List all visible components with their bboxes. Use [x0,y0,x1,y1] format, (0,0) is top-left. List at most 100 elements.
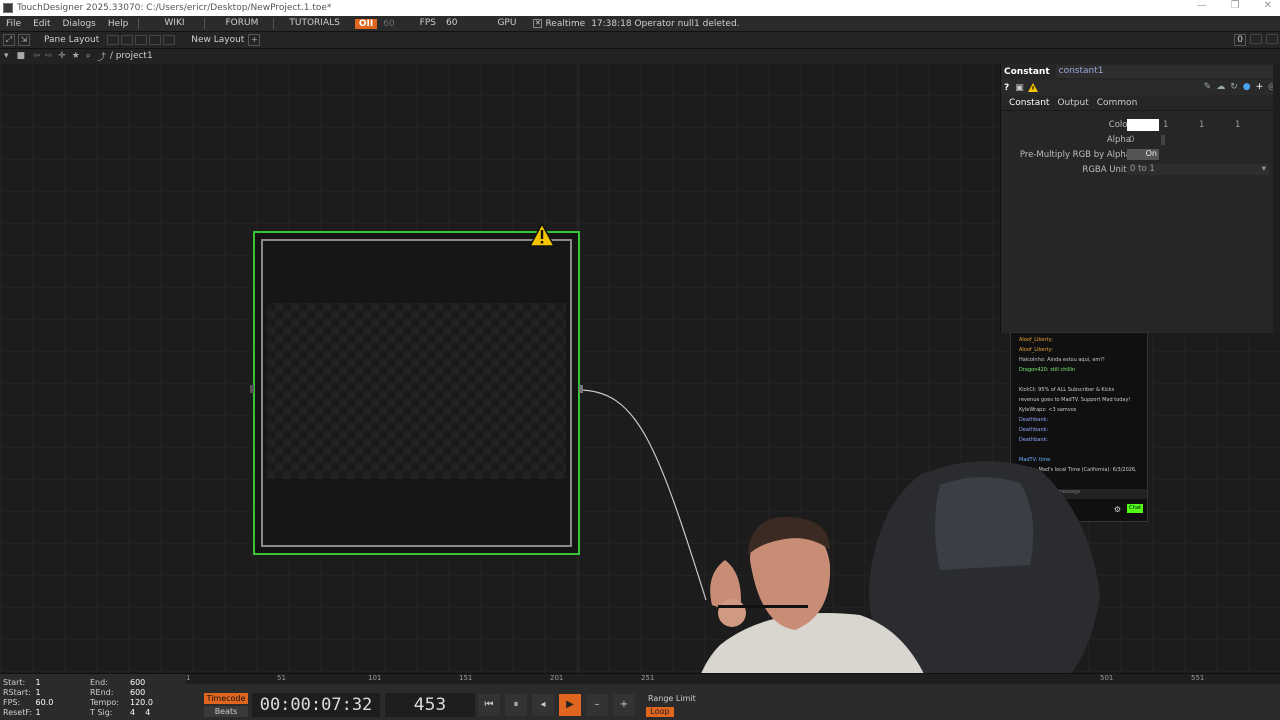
python-icon[interactable]: ● [1243,82,1251,92]
rend-field[interactable]: 600 [130,688,160,698]
rstart-field[interactable]: 1 [36,688,66,698]
realtime-label: Realtime [545,18,586,29]
timecode-button[interactable]: Timecode [204,693,248,704]
operator-type: Constant [1004,66,1050,77]
operator-name-field[interactable]: constant1 [1055,65,1280,78]
realtime-checkbox[interactable]: ✕ [533,19,543,28]
info-icon[interactable]: ▣ [1015,83,1024,93]
path-bar: ▾ ■ ⇦ ⇨ ✛ ★ ⌕ ⤴ / project1 [0,48,1280,63]
add-param-icon[interactable]: + [1256,82,1264,92]
timeline-bar: 1 51 101 151 201 251 501 551 Start: 1 RS… [0,673,1280,720]
up-level-icon[interactable]: ⤴ [97,50,106,63]
refresh-icon[interactable]: ↻ [1230,82,1238,92]
tutorials-link[interactable]: TUTORIALS [284,18,344,29]
rewind-button[interactable]: ⏮ [478,694,500,716]
chat-line: revenue goes to MadTV. Support Mad today… [1019,397,1131,403]
maximize-pane-icon[interactable] [1250,34,1262,44]
help-icon[interactable]: ? [1004,83,1009,93]
new-layout-label[interactable]: New Layout [191,35,244,45]
chat-line: Aloof_Liberty: [1019,337,1053,343]
warning-small-icon[interactable] [1027,83,1038,92]
step-forward-button[interactable]: – [586,694,608,716]
menu-dialogs[interactable]: Dialogs [57,19,102,29]
node-output-connector[interactable] [579,385,583,393]
maximize-button[interactable]: ❐ [1231,0,1240,11]
pane-expand-icon[interactable]: ⇲ [18,34,30,46]
color-swatch[interactable] [1127,119,1159,131]
color-green-value[interactable]: 1 [1163,120,1168,130]
pane-layout-bar: ⤢ ⇲ Pane Layout New Layout + 0 [0,31,1280,48]
layout-1-icon[interactable] [107,35,120,45]
tsig-field[interactable]: 4 4 [130,708,160,718]
chat-send-button[interactable]: Chat [1127,504,1143,513]
rgba-units-dropdown[interactable]: 0 to 1 ▾ [1127,164,1269,175]
chat-line: Haicolnho: Ainda estou aqui, em?! [1019,357,1105,363]
add-layout-button[interactable]: + [248,34,261,46]
param-rgba-units-label: RGBA Units [1082,165,1131,175]
wiki-link[interactable]: WIKI [159,18,189,29]
loop-button[interactable]: Loop [646,707,674,717]
constant1-node[interactable] [250,223,583,555]
tab-common[interactable]: Common [1093,98,1142,108]
minimize-button[interactable]: — [1197,0,1207,11]
add-frame-button[interactable]: + [613,694,635,716]
frame-field[interactable]: 453 [385,693,475,717]
chat-line: KickCt: 95% of ALL Subscriber & Kicks [1019,387,1115,393]
tab-constant[interactable]: Constant [1005,98,1053,108]
menu-help[interactable]: Help [102,19,135,29]
perform-mode-button[interactable]: OII [354,18,378,29]
fps-field[interactable]: 60.0 [36,698,66,708]
layout-2-icon[interactable] [121,35,134,45]
resetf-field[interactable]: 1 [36,708,66,718]
chat-line: Deathbank: [1019,427,1049,433]
pane-layout-label: Pane Layout [44,35,100,45]
param-scrollbar[interactable] [1273,63,1280,333]
close-button[interactable]: ✕ [1264,0,1272,11]
window-title: TouchDesigner 2025.33070: C:/Users/ericr… [17,3,332,13]
forward-icon[interactable]: ⇨ [45,51,53,61]
timecode-field[interactable]: 00:00:07:32 [252,693,380,717]
pane-menu-icon[interactable]: ▾ [4,51,9,61]
tempo-field[interactable]: 120.0 [130,698,160,708]
timeline-ruler[interactable]: 1 51 101 151 201 251 501 551 [186,674,1280,684]
node-input-connector[interactable] [250,385,254,393]
network-path[interactable]: / project1 [110,51,153,61]
comment-icon[interactable]: ☁ [1216,82,1225,92]
timeline-stats-right: End: 600 REnd: 600 Tempo: 120.0 T Sig: 4 4 [90,678,160,718]
tab-output[interactable]: Output [1053,98,1092,108]
home-icon[interactable]: ✛ [58,51,66,61]
play-button[interactable]: ▶ [559,694,581,716]
menu-file[interactable]: File [0,19,27,29]
layout-3-icon[interactable] [135,35,148,45]
warning-icon[interactable] [529,223,555,247]
param-premultiply: Pre-Multiply RGB by Alpha On [1001,149,1280,162]
alpha-slider-handle[interactable] [1161,135,1165,145]
alpha-value[interactable]: 0 [1129,135,1134,145]
color-third-value[interactable]: 1 [1235,120,1240,130]
end-field[interactable]: 600 [130,678,160,688]
gpu-label[interactable]: GPU [492,18,521,29]
back-icon[interactable]: ⇦ [33,51,41,61]
status-message: 17:38:18 Operator null1 deleted. [591,18,740,29]
layout-4-icon[interactable] [149,35,162,45]
pane-split-icon[interactable]: ⤢ [3,34,15,46]
node-viewer [261,239,572,547]
layout-5-icon[interactable] [163,35,176,45]
forum-link[interactable]: FORUM [221,18,264,29]
bookmark-icon[interactable]: ★ [72,51,80,61]
beats-button[interactable]: Beats [204,706,248,717]
step-back-button[interactable]: ◂ [532,694,554,716]
range-limit-label: Range Limit [648,694,696,703]
search-icon[interactable]: ⌕ [86,51,91,61]
color-blue-value[interactable]: 1 [1199,120,1204,130]
stop-icon[interactable]: ■ [17,51,26,61]
chat-line: KyleWrapz: <3 samvos [1019,407,1077,413]
pause-button[interactable]: ⏸ [505,694,527,716]
menu-edit[interactable]: Edit [27,19,56,29]
close-pane-icon[interactable] [1266,34,1278,44]
chat-line [1011,377,1147,387]
start-field[interactable]: 1 [36,678,66,688]
edit-icon[interactable]: ✎ [1204,82,1212,92]
chat-line: Aloof_Liberty: [1019,347,1053,353]
premultiply-toggle[interactable]: On [1127,149,1159,160]
